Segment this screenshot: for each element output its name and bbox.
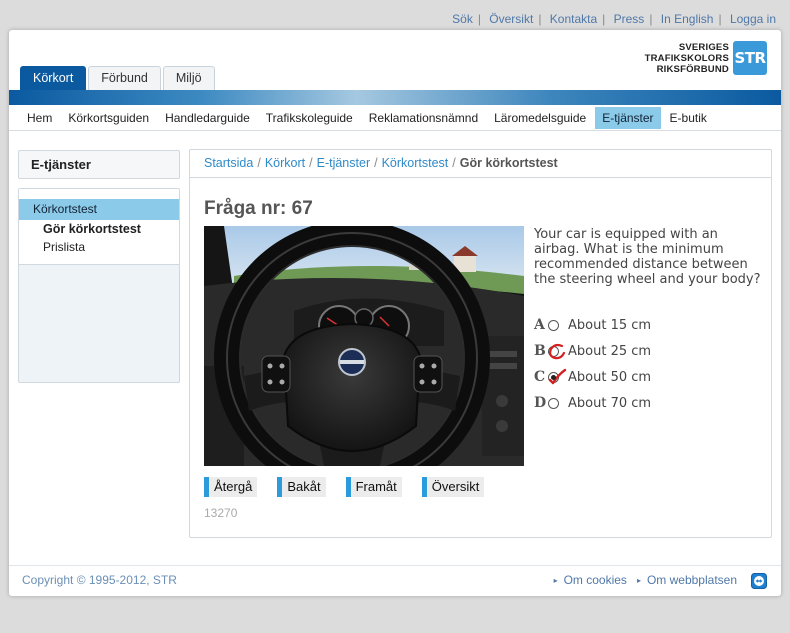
answer-letter: B	[534, 343, 546, 359]
handwritten-check-icon	[548, 368, 567, 384]
answer-letter: C	[534, 369, 546, 385]
answer-list: A About 15 cm B About 25 cm C About 50 c…	[534, 312, 651, 416]
answer-option-b[interactable]: B About 25 cm	[534, 338, 651, 364]
return-button[interactable]: Återgå	[204, 477, 258, 497]
overview-button[interactable]: Översikt	[421, 477, 485, 497]
tab-korkort[interactable]: Körkort	[20, 66, 87, 90]
handwritten-circle-icon	[549, 343, 566, 359]
toplink-overview[interactable]: Översikt	[489, 12, 533, 26]
page-frame: SVERIGES TRAFIKSKOLORS RIKSFÖRBUND STR K…	[9, 30, 781, 596]
question-id: 13270	[204, 506, 238, 520]
arrow-right-icon: ▸	[553, 576, 558, 585]
question-text: Your car is equipped with an airbag. Wha…	[534, 227, 761, 287]
breadcrumb-korkortstest[interactable]: Körkortstest	[382, 156, 449, 170]
logo-text: SVERIGES TRAFIKSKOLORS RIKSFÖRBUND	[644, 41, 729, 75]
toplink-in-english[interactable]: In English	[661, 12, 714, 26]
sidebar-item-prislista[interactable]: Prislista	[19, 238, 179, 256]
back-button[interactable]: Bakåt	[277, 477, 326, 497]
radio-b[interactable]	[548, 343, 566, 359]
question-title: Fråga nr: 67	[204, 198, 313, 219]
footer-link-about[interactable]: ▸ Om webbplatsen	[637, 573, 737, 587]
answer-option-a[interactable]: A About 15 cm	[534, 312, 651, 338]
steering-wheel-photo	[204, 226, 524, 466]
nav-trafikskoleguide[interactable]: Trafikskoleguide	[259, 107, 360, 129]
breadcrumb-startsida[interactable]: Startsida	[204, 156, 253, 170]
radio-c[interactable]	[548, 368, 567, 384]
footer-link-cookies[interactable]: ▸ Om cookies	[554, 573, 627, 587]
answer-option-c[interactable]: C About 50 cm	[534, 364, 651, 390]
breadcrumb-e-tjanster[interactable]: E-tjänster	[317, 156, 371, 170]
nav-e-butik[interactable]: E-butik	[663, 107, 714, 129]
steering-wheel-image	[204, 226, 524, 466]
breadcrumb: Startsida / Körkort / E-tjänster / Körkortstes…	[190, 150, 771, 178]
logo-badge: STR	[733, 41, 767, 75]
answer-option-d[interactable]: D About 70 cm	[534, 390, 651, 416]
nav-korkortsguiden[interactable]: Körkortsguiden	[61, 107, 156, 129]
main-nav: Hem Körkortsguiden Handledarguide Trafik…	[9, 105, 781, 131]
toplink-press[interactable]: Press	[614, 12, 645, 26]
answer-text: About 25 cm	[568, 343, 652, 359]
breadcrumb-current: Gör körkortstest	[459, 156, 558, 170]
section-tabs: Körkort Förbund Miljö	[20, 66, 217, 90]
str-logo[interactable]: SVERIGES TRAFIKSKOLORS RIKSFÖRBUND STR	[645, 41, 767, 75]
toplink-search[interactable]: Sök	[452, 12, 473, 26]
answer-text: About 50 cm	[568, 369, 652, 385]
toplink-contact[interactable]: Kontakta	[550, 12, 597, 26]
nav-hem[interactable]: Hem	[20, 107, 59, 129]
site-footer: Copyright © 1995-2012, STR ▸ Om cookies ▸…	[9, 565, 781, 596]
answer-letter: D	[534, 395, 547, 411]
breadcrumb-korkort[interactable]: Körkort	[265, 156, 305, 170]
arrow-right-icon: ▸	[636, 576, 641, 585]
sidebar-title: E-tjänster	[18, 150, 180, 179]
site-header: SVERIGES TRAFIKSKOLORS RIKSFÖRBUND STR K…	[9, 30, 781, 90]
header-blue-bar	[9, 90, 781, 105]
tab-miljo[interactable]: Miljö	[162, 66, 215, 90]
sidebar-item-gor-korkortstest[interactable]: Gör körkortstest	[19, 220, 179, 238]
nav-reklamationsnamnd[interactable]: Reklamationsnämnd	[362, 107, 485, 129]
footer-links: ▸ Om cookies ▸ Om webbplatsen	[554, 573, 737, 587]
question-nav-buttons: Återgå Bakåt Framåt Översikt	[204, 477, 504, 497]
nav-laromedelsguide[interactable]: Läromedelsguide	[487, 107, 593, 129]
content-panel: Startsida / Körkort / E-tjänster / Körkortstes…	[189, 149, 772, 538]
toplink-login[interactable]: Logga in	[730, 12, 776, 26]
teamviewer-icon[interactable]	[751, 573, 767, 589]
nav-e-tjanster[interactable]: E-tjänster	[595, 106, 661, 129]
forward-button[interactable]: Framåt	[345, 477, 402, 497]
answer-letter: A	[534, 317, 545, 333]
nav-handledarguide[interactable]: Handledarguide	[158, 107, 257, 129]
answer-text: About 70 cm	[568, 395, 652, 411]
top-utility-links: Sök | Översikt | Kontakta | Press | In Engli…	[452, 12, 776, 26]
tab-forbund[interactable]: Förbund	[88, 66, 161, 90]
answer-text: About 15 cm	[568, 317, 652, 333]
radio-d[interactable]	[548, 397, 559, 409]
sidebar-menu: Körkortstest Gör körkortstest Prislista	[18, 188, 180, 383]
copyright-text: Copyright © 1995-2012, STR	[22, 573, 177, 587]
radio-a[interactable]	[548, 319, 559, 331]
sidebar-item-korkortstest[interactable]: Körkortstest	[19, 199, 179, 220]
